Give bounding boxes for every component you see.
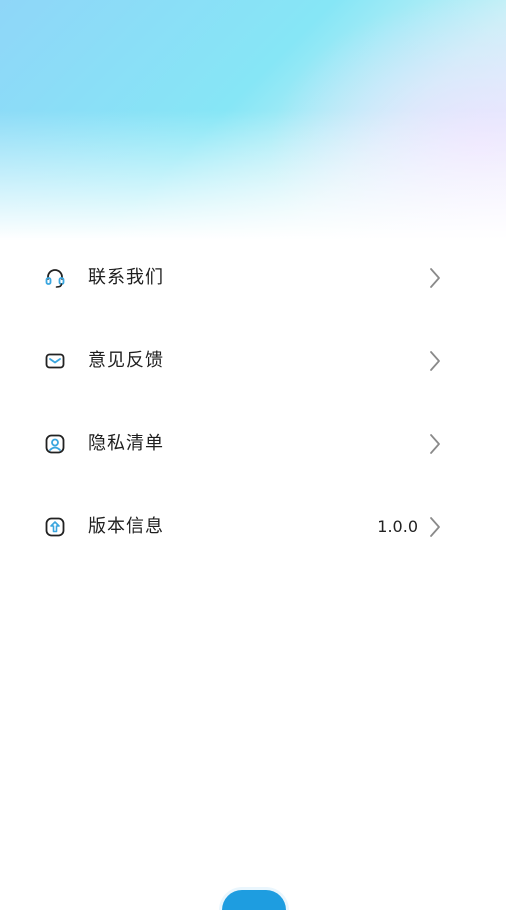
- privacy-icon: [44, 433, 66, 455]
- menu-item-contact-us[interactable]: 联系我们: [0, 237, 506, 320]
- menu-item-label: 意见反馈: [88, 350, 164, 371]
- menu-item-version-info[interactable]: 版本信息 1.0.0: [0, 486, 506, 569]
- menu-item-label: 联系我们: [88, 267, 164, 288]
- menu-item-privacy-list[interactable]: 隐私清单: [0, 403, 506, 486]
- version-icon: [44, 516, 66, 538]
- menu-item-feedback[interactable]: 意见反馈: [0, 320, 506, 403]
- version-number: 1.0.0: [377, 517, 418, 536]
- bottom-home-button[interactable]: [222, 890, 286, 910]
- headset-icon: [44, 267, 66, 289]
- menu-item-label: 隐私清单: [88, 433, 164, 454]
- chevron-right-icon: [428, 350, 442, 372]
- chevron-right-icon: [428, 516, 442, 538]
- chevron-right-icon: [428, 433, 442, 455]
- chevron-right-icon: [428, 267, 442, 289]
- settings-menu: 联系我们 意见反馈 隐私清单 版本信息 1.0.0: [0, 237, 506, 569]
- menu-item-label: 版本信息: [88, 516, 164, 537]
- mail-icon: [44, 350, 66, 372]
- header-banner: [0, 0, 506, 240]
